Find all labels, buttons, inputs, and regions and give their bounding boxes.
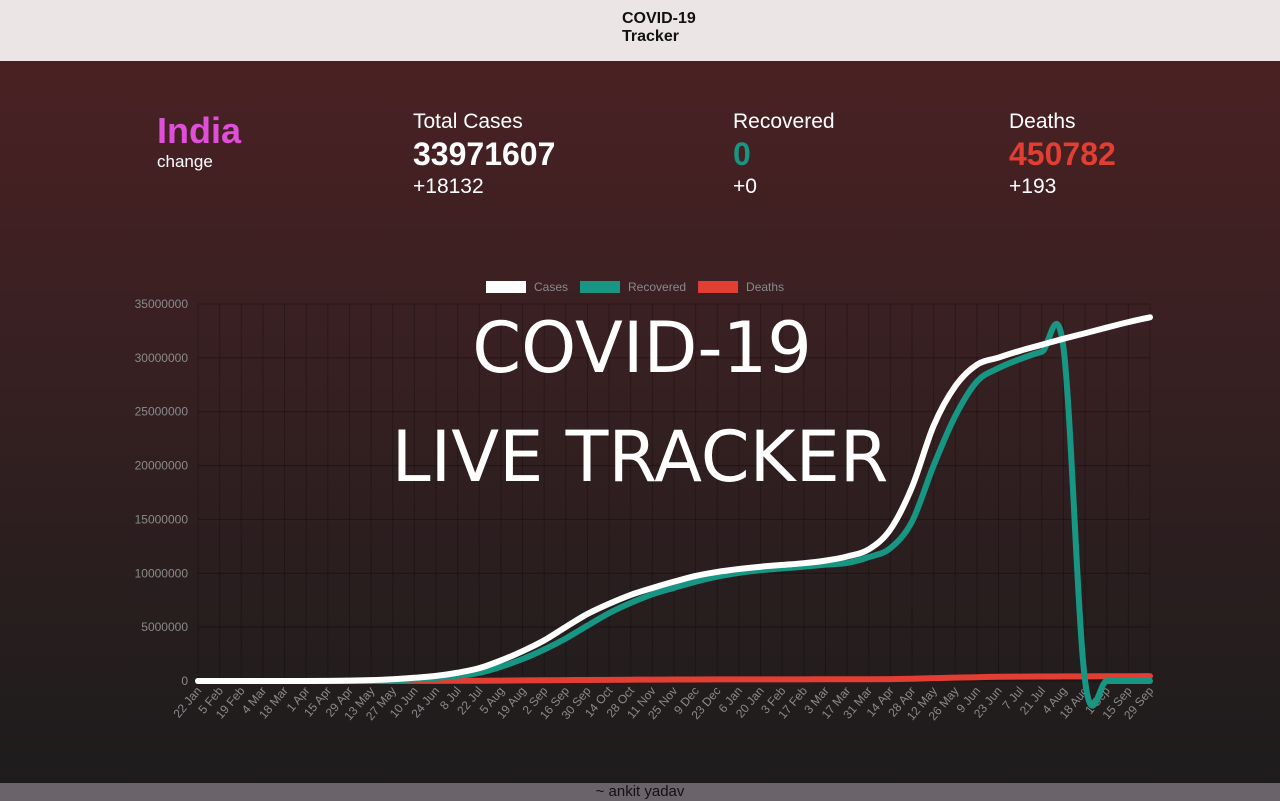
recovered-stat: Recovered 0 +0	[733, 110, 835, 200]
change-country-link[interactable]: change	[157, 152, 241, 172]
legend-label-deaths[interactable]: Deaths	[746, 280, 784, 294]
total-cases-delta: +18132	[413, 175, 484, 198]
deaths-value: 450782	[1009, 136, 1116, 172]
y-tick-label: 25000000	[135, 405, 189, 419]
total-cases-stat: Total Cases 33971607 +18132	[413, 110, 555, 200]
legend-label-recovered[interactable]: Recovered	[628, 280, 686, 294]
legend-label-cases[interactable]: Cases	[534, 280, 568, 294]
navbar-brand[interactable]: COVID-19 Tracker	[622, 10, 696, 46]
recovered-value: 0	[733, 136, 751, 172]
brand-line-1: COVID-19	[622, 10, 696, 27]
legend-swatch-cases[interactable]	[486, 281, 526, 293]
country-name: India	[157, 110, 242, 151]
deaths-label: Deaths	[1009, 110, 1076, 133]
legend-swatch-recovered[interactable]	[580, 281, 621, 293]
recovered-label: Recovered	[733, 110, 835, 133]
y-tick-label: 10000000	[135, 566, 189, 580]
footer-credit: ~ ankit yadav	[0, 783, 1280, 801]
history-line-chart[interactable]: 0 5000000 10000000 15000000 20000000 25000000…	[120, 270, 1160, 770]
y-tick-label: 15000000	[135, 512, 189, 526]
legend-swatch-deaths[interactable]	[698, 281, 739, 293]
deaths-stat: Deaths 450782 +193	[1009, 110, 1116, 200]
deaths-delta: +193	[1009, 175, 1057, 198]
y-tick-label: 35000000	[135, 297, 189, 311]
total-cases-label: Total Cases	[413, 110, 523, 133]
recovered-delta: +0	[733, 175, 757, 198]
y-tick-label: 5000000	[141, 620, 188, 634]
chart-canvas[interactable]: 0 5000000 10000000 15000000 20000000 25000000…	[120, 270, 1160, 770]
y-tick-label: 30000000	[135, 351, 189, 365]
top-navbar: COVID-19 Tracker	[0, 0, 1280, 61]
y-tick-label: 0	[181, 674, 188, 688]
country-block: India change	[157, 112, 241, 172]
y-tick-label: 20000000	[135, 459, 189, 473]
total-cases-value: 33971607	[413, 136, 556, 172]
brand-line-2: Tracker	[622, 28, 679, 45]
